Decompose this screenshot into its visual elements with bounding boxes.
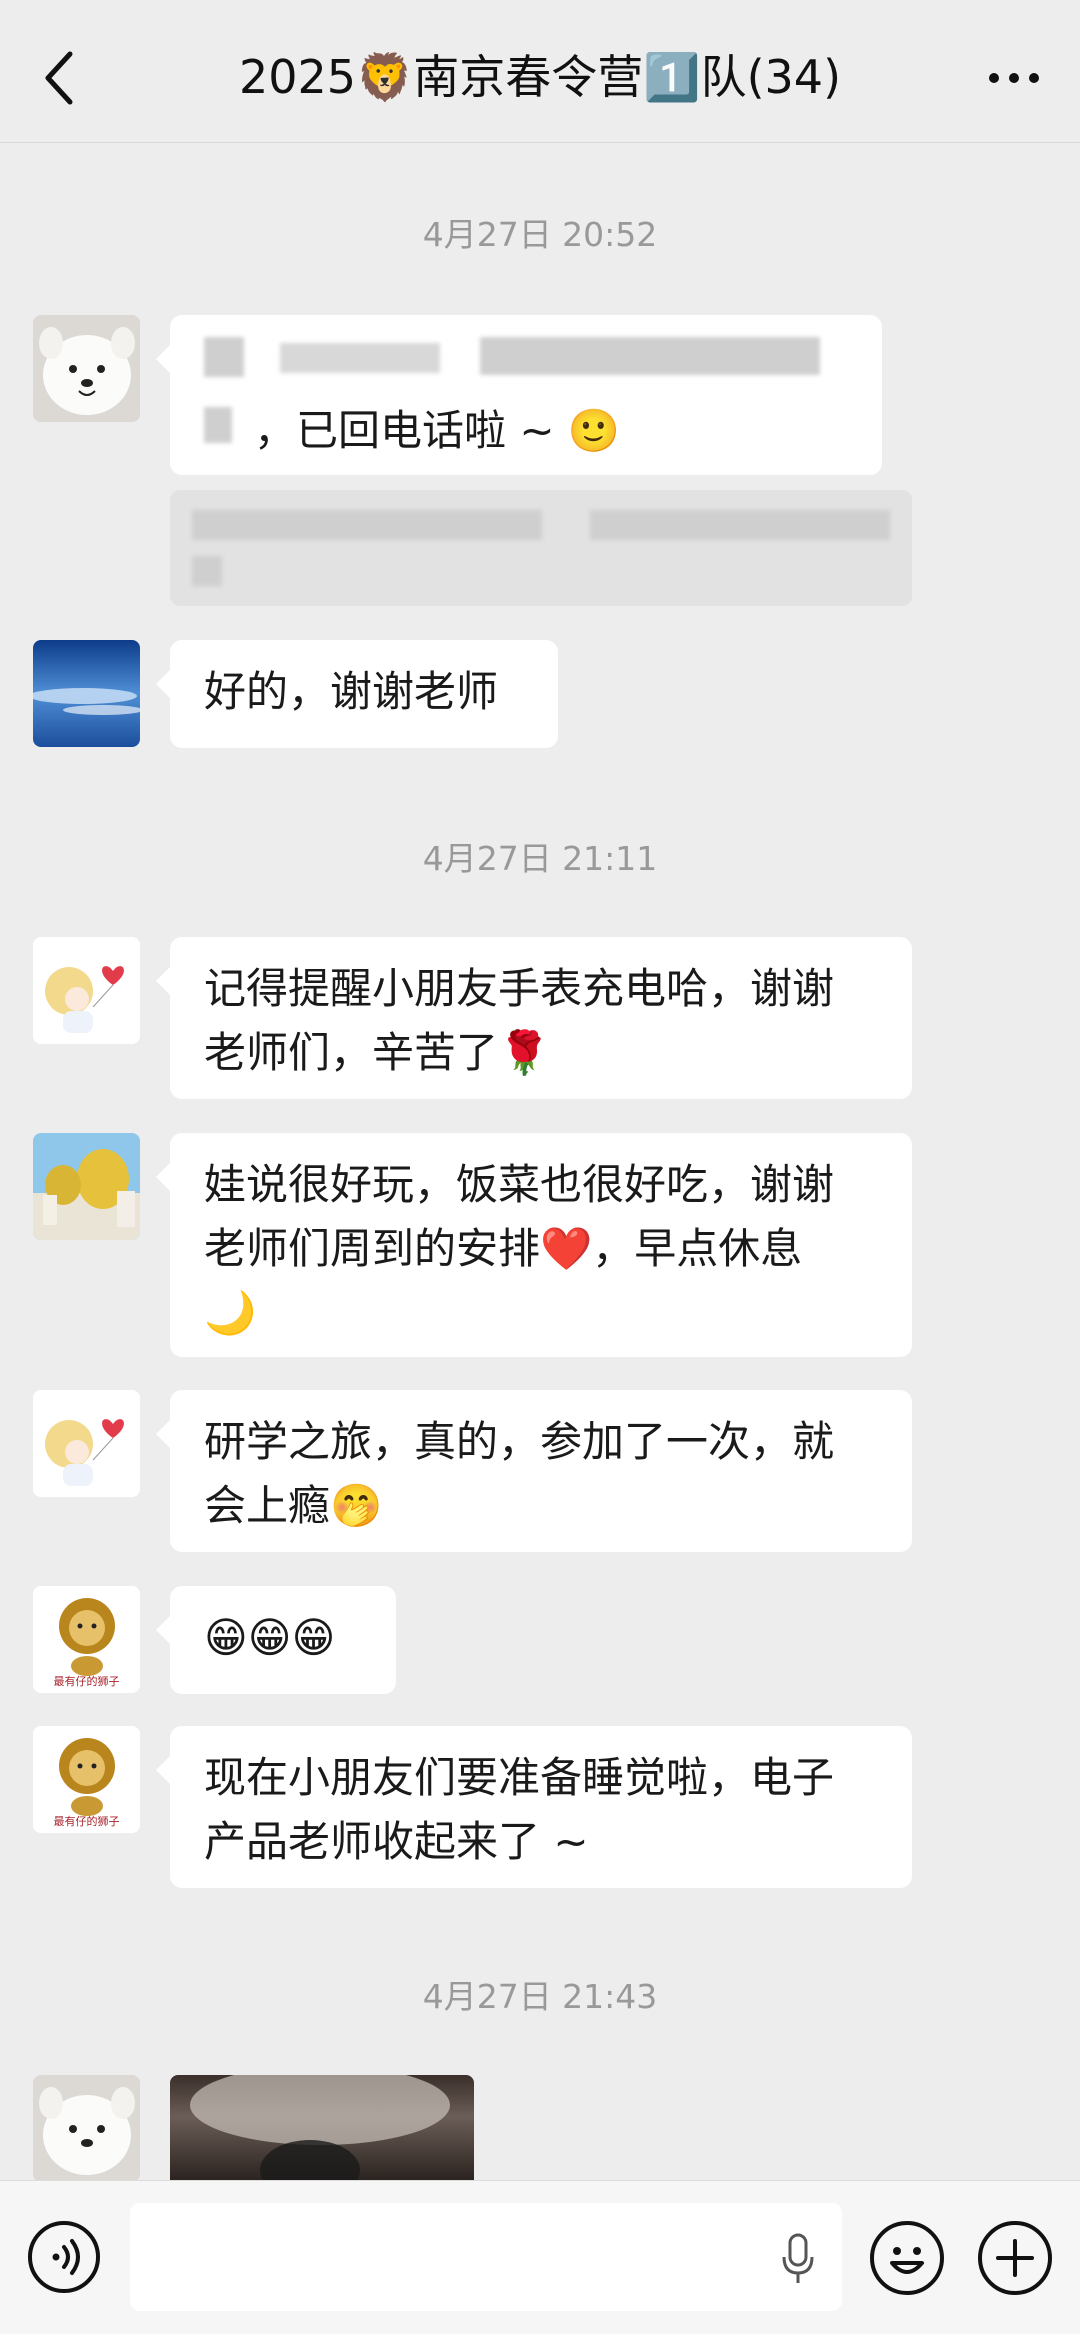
white-dog-avatar[interactable] bbox=[33, 2075, 140, 2182]
more-dots-icon[interactable] bbox=[984, 58, 1044, 98]
message-text-line: 研学之旅，真的，参加了一次，就 bbox=[204, 1417, 835, 1466]
child-balloon-avatar[interactable] bbox=[33, 937, 140, 1044]
bottom-input-bar bbox=[0, 2180, 1080, 2334]
message-bubble[interactable]: 😁😁😁 bbox=[156, 1586, 396, 1694]
message-text-line: 娃说很好玩，饭菜也很好吃，谢谢 bbox=[204, 1160, 835, 1209]
message-bubble[interactable]: 娃说很好玩，饭菜也很好吃，谢谢 老师们周到的安排❤️，早点休息 🌙 bbox=[156, 1133, 912, 1357]
street-scene-avatar[interactable] bbox=[33, 1133, 140, 1240]
avatar-caption: 最有仔的狮子 bbox=[53, 1675, 120, 1688]
blurred-text bbox=[280, 343, 440, 373]
timestamp: 4月27日 20:52 bbox=[422, 215, 658, 254]
message-text-line: 老师们，辛苦了🌹 bbox=[204, 1028, 551, 1077]
message-text-line: 🌙 bbox=[204, 1288, 257, 1337]
timestamp: 4月27日 21:11 bbox=[422, 839, 658, 878]
lion-avatar[interactable]: 最有仔的狮子 bbox=[33, 1586, 140, 1693]
image-message[interactable] bbox=[170, 2075, 474, 2180]
blurred-text bbox=[192, 556, 222, 586]
message-bubble[interactable]: 现在小朋友们要准备睡觉啦，电子 产品老师收起来了 ~ bbox=[156, 1726, 912, 1888]
white-dog-avatar[interactable] bbox=[33, 315, 140, 422]
page-title: 2025🦁南京春令营1️⃣队(34) bbox=[238, 50, 842, 104]
blurred-text bbox=[204, 337, 244, 377]
top-bar: 2025🦁南京春令营1️⃣队(34) bbox=[0, 0, 1080, 143]
lion-avatar[interactable]: 最有仔的狮子 bbox=[33, 1726, 140, 1833]
message-bubble[interactable]: 研学之旅，真的，参加了一次，就 会上瘾🤭 bbox=[156, 1390, 912, 1552]
message-text-line: 记得提醒小朋友手表充电哈，谢谢 bbox=[204, 964, 835, 1013]
avatar-caption: 最有仔的狮子 bbox=[53, 1815, 120, 1828]
message-text: 😁😁😁 bbox=[204, 1613, 336, 1662]
message-bubble[interactable]: ，已回电话啦 ~ 🙂 bbox=[156, 315, 882, 475]
message-text: 好的，谢谢老师 bbox=[204, 667, 499, 716]
quoted-message[interactable] bbox=[170, 490, 912, 606]
plus-icon[interactable] bbox=[978, 2221, 1052, 2295]
message-text-line: 会上瘾🤭 bbox=[204, 1481, 383, 1530]
blurred-text bbox=[480, 337, 820, 375]
message-text-line: 产品老师收起来了 ~ bbox=[204, 1817, 589, 1866]
blue-sky-avatar[interactable] bbox=[33, 640, 140, 747]
message-text: ，已回电话啦 ~ 🙂 bbox=[254, 406, 621, 455]
blurred-text bbox=[192, 510, 542, 540]
child-balloon-avatar[interactable] bbox=[33, 1390, 140, 1497]
voice-icon[interactable] bbox=[28, 2221, 100, 2293]
emoji-icon[interactable] bbox=[870, 2221, 944, 2295]
timestamp: 4月27日 21:43 bbox=[422, 1977, 658, 2016]
message-bubble[interactable]: 好的，谢谢老师 bbox=[156, 640, 558, 748]
message-input[interactable] bbox=[130, 2203, 842, 2311]
message-text-line: 老师们周到的安排❤️，早点休息 bbox=[204, 1224, 803, 1273]
microphone-icon[interactable] bbox=[780, 2233, 816, 2285]
blurred-text bbox=[204, 407, 232, 443]
message-bubble[interactable]: 记得提醒小朋友手表充电哈，谢谢 老师们，辛苦了🌹 bbox=[156, 937, 912, 1099]
blurred-text bbox=[590, 510, 890, 540]
message-text-line: 现在小朋友们要准备睡觉啦，电子 bbox=[204, 1753, 835, 1802]
